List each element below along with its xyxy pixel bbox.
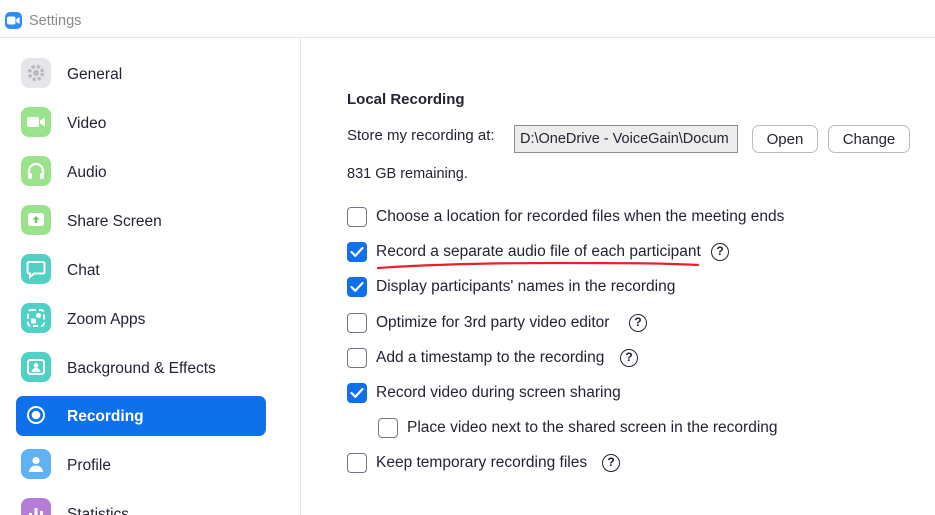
section-title: Local Recording	[347, 91, 465, 108]
option-label: Optimize for 3rd party video editor	[376, 314, 610, 331]
keep-temp-files-checkbox[interactable]	[347, 453, 367, 473]
video-camera-icon	[21, 107, 51, 137]
statistics-icon	[21, 498, 51, 515]
window-title: Settings	[29, 13, 82, 29]
headphones-icon	[21, 156, 51, 186]
sidebar-item-recording[interactable]: Recording	[16, 396, 266, 436]
share-screen-icon	[21, 205, 51, 235]
option-label: Keep temporary recording files	[376, 454, 588, 471]
sidebar-item-chat[interactable]: Chat	[16, 250, 266, 290]
help-icon[interactable]: ?	[620, 349, 638, 367]
sidebar-item-label: Chat	[67, 262, 100, 279]
sidebar-item-background-effects[interactable]: Background & Effects	[16, 348, 266, 388]
sidebar-item-label: General	[67, 66, 123, 83]
sidebar-item-label: Background & Effects	[67, 360, 216, 377]
red-underline-annotation	[377, 261, 700, 270]
sidebar-item-label: Share Screen	[67, 213, 162, 230]
sidebar-item-zoom-apps[interactable]: Zoom Apps	[16, 299, 266, 339]
place-video-next-checkbox[interactable]	[378, 418, 398, 438]
sidebar-item-label: Profile	[67, 457, 111, 474]
help-icon[interactable]: ?	[711, 243, 729, 261]
chat-bubble-icon	[21, 254, 51, 284]
option-label: Record video during screen sharing	[376, 384, 621, 401]
change-folder-button[interactable]: Change	[828, 125, 910, 153]
zoom-apps-icon	[21, 303, 51, 333]
profile-icon	[21, 449, 51, 479]
option-label: Place video next to the shared screen in…	[407, 419, 778, 436]
checkmark-icon	[350, 387, 364, 398]
zoom-logo-icon	[5, 12, 22, 29]
help-icon[interactable]: ?	[629, 314, 647, 332]
sidebar-item-profile[interactable]: Profile	[16, 445, 266, 485]
recording-path-field[interactable]	[514, 125, 738, 153]
sidebar-item-label: Video	[67, 115, 107, 132]
sidebar-item-label: Audio	[67, 164, 107, 181]
option-label: Add a timestamp to the recording	[376, 349, 605, 366]
option-label: Choose a location for recorded files whe…	[376, 208, 785, 225]
background-effects-icon	[21, 352, 51, 382]
choose-location-checkbox[interactable]	[347, 207, 367, 227]
sidebar-item-label: Statistics	[67, 506, 130, 515]
separate-audio-checkbox[interactable]	[347, 242, 367, 262]
sidebar-item-video[interactable]: Video	[16, 103, 266, 143]
checkmark-icon	[350, 246, 364, 257]
option-label: Display participants' names in the recor…	[376, 278, 676, 295]
gear-icon	[21, 58, 51, 88]
settings-sidebar: General Video Audio Share Screen Chat Zo…	[0, 38, 301, 515]
store-location-label: Store my recording at:	[347, 127, 495, 144]
sidebar-item-audio[interactable]: Audio	[16, 152, 266, 192]
checkmark-icon	[350, 281, 364, 292]
display-names-checkbox[interactable]	[347, 277, 367, 297]
title-bar: Settings	[0, 0, 935, 38]
sidebar-item-statistics[interactable]: Statistics	[16, 494, 266, 515]
timestamp-checkbox[interactable]	[347, 348, 367, 368]
storage-remaining-text: 831 GB remaining.	[347, 166, 468, 182]
record-screen-sharing-checkbox[interactable]	[347, 383, 367, 403]
help-icon[interactable]: ?	[602, 454, 620, 472]
open-folder-button[interactable]: Open	[752, 125, 818, 153]
sidebar-item-general[interactable]: General	[16, 54, 266, 94]
sidebar-item-label: Zoom Apps	[67, 311, 146, 328]
optimize-3rd-party-checkbox[interactable]	[347, 313, 367, 333]
recording-settings-panel: Local Recording Store my recording at: O…	[302, 38, 935, 515]
sidebar-item-label: Recording	[67, 408, 144, 425]
record-icon	[21, 400, 51, 430]
sidebar-item-share-screen[interactable]: Share Screen	[16, 201, 266, 241]
